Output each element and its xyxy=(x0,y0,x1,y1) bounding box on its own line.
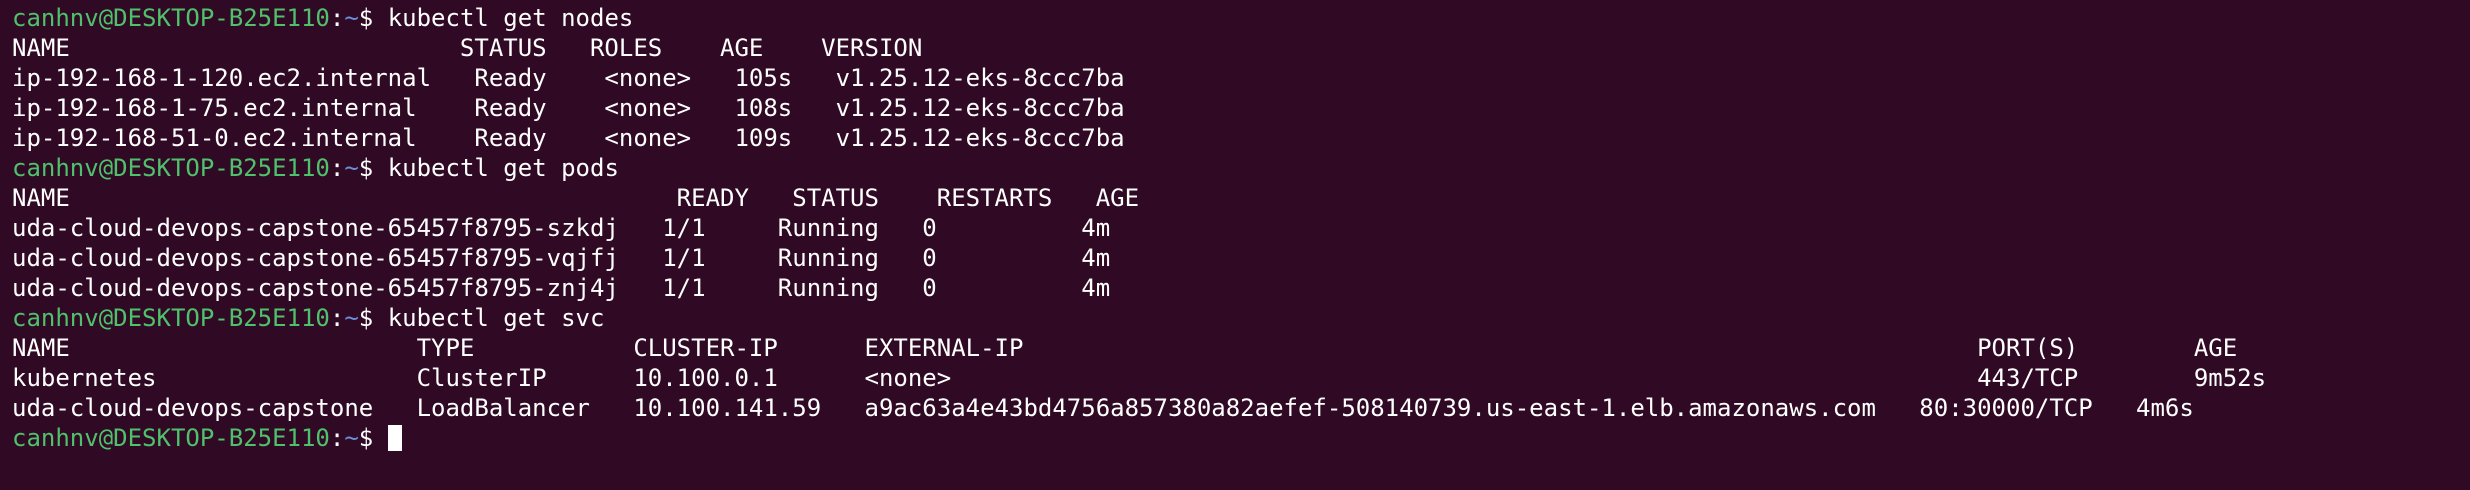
prompt-symbol: $ xyxy=(358,154,388,182)
nodes-row: ip-192-168-1-120.ec2.internal Ready <non… xyxy=(12,64,1125,92)
prompt-user-host: canhnv@DESKTOP-B25E110 xyxy=(12,154,330,182)
prompt-symbol: $ xyxy=(358,4,388,32)
prompt-separator: : xyxy=(329,304,345,332)
prompt-symbol: $ xyxy=(358,304,388,332)
prompt-separator: : xyxy=(329,154,345,182)
prompt-path: ~ xyxy=(344,424,359,452)
prompt-path: ~ xyxy=(344,154,359,182)
prompt-user-host: canhnv@DESKTOP-B25E110 xyxy=(12,304,330,332)
prompt-line-svc: canhnv@DESKTOP-B25E110:~$ kubectl get sv… xyxy=(12,303,2458,333)
svc-row: uda-cloud-devops-capstone LoadBalancer 1… xyxy=(12,394,2194,422)
terminal-window[interactable]: canhnv@DESKTOP-B25E110:~$ kubectl get no… xyxy=(0,0,2470,490)
pods-row: uda-cloud-devops-capstone-65457f8795-znj… xyxy=(12,274,1111,302)
text-cursor[interactable] xyxy=(387,425,402,451)
command-text: kubectl get nodes xyxy=(387,4,634,32)
prompt-path: ~ xyxy=(344,4,359,32)
svc-header: NAME TYPE CLUSTER-IP EXTERNAL-IP PORT(S)… xyxy=(12,334,2238,362)
prompt-separator: : xyxy=(329,424,345,452)
nodes-row: ip-192-168-1-75.ec2.internal Ready <none… xyxy=(12,94,1125,122)
prompt-line-pods: canhnv@DESKTOP-B25E110:~$ kubectl get po… xyxy=(12,153,2458,183)
prompt-symbol: $ xyxy=(358,424,388,452)
pods-row: uda-cloud-devops-capstone-65457f8795-szk… xyxy=(12,214,1111,242)
pods-header: NAME READY STATUS RESTARTS AGE xyxy=(12,184,1140,212)
pods-row: uda-cloud-devops-capstone-65457f8795-vqj… xyxy=(12,244,1111,272)
command-text: kubectl get pods xyxy=(387,154,619,182)
command-text: kubectl get svc xyxy=(387,304,605,332)
prompt-user-host: canhnv@DESKTOP-B25E110 xyxy=(12,4,330,32)
prompt-path: ~ xyxy=(344,304,359,332)
prompt-line-active[interactable]: canhnv@DESKTOP-B25E110:~$ xyxy=(12,423,2458,453)
svc-row: kubernetes ClusterIP 10.100.0.1 <none> 4… xyxy=(12,364,2267,392)
prompt-line-nodes: canhnv@DESKTOP-B25E110:~$ kubectl get no… xyxy=(12,3,2458,33)
nodes-header: NAME STATUS ROLES AGE VERSION xyxy=(12,34,923,62)
prompt-user-host: canhnv@DESKTOP-B25E110 xyxy=(12,424,330,452)
prompt-separator: : xyxy=(329,4,345,32)
nodes-row: ip-192-168-51-0.ec2.internal Ready <none… xyxy=(12,124,1125,152)
